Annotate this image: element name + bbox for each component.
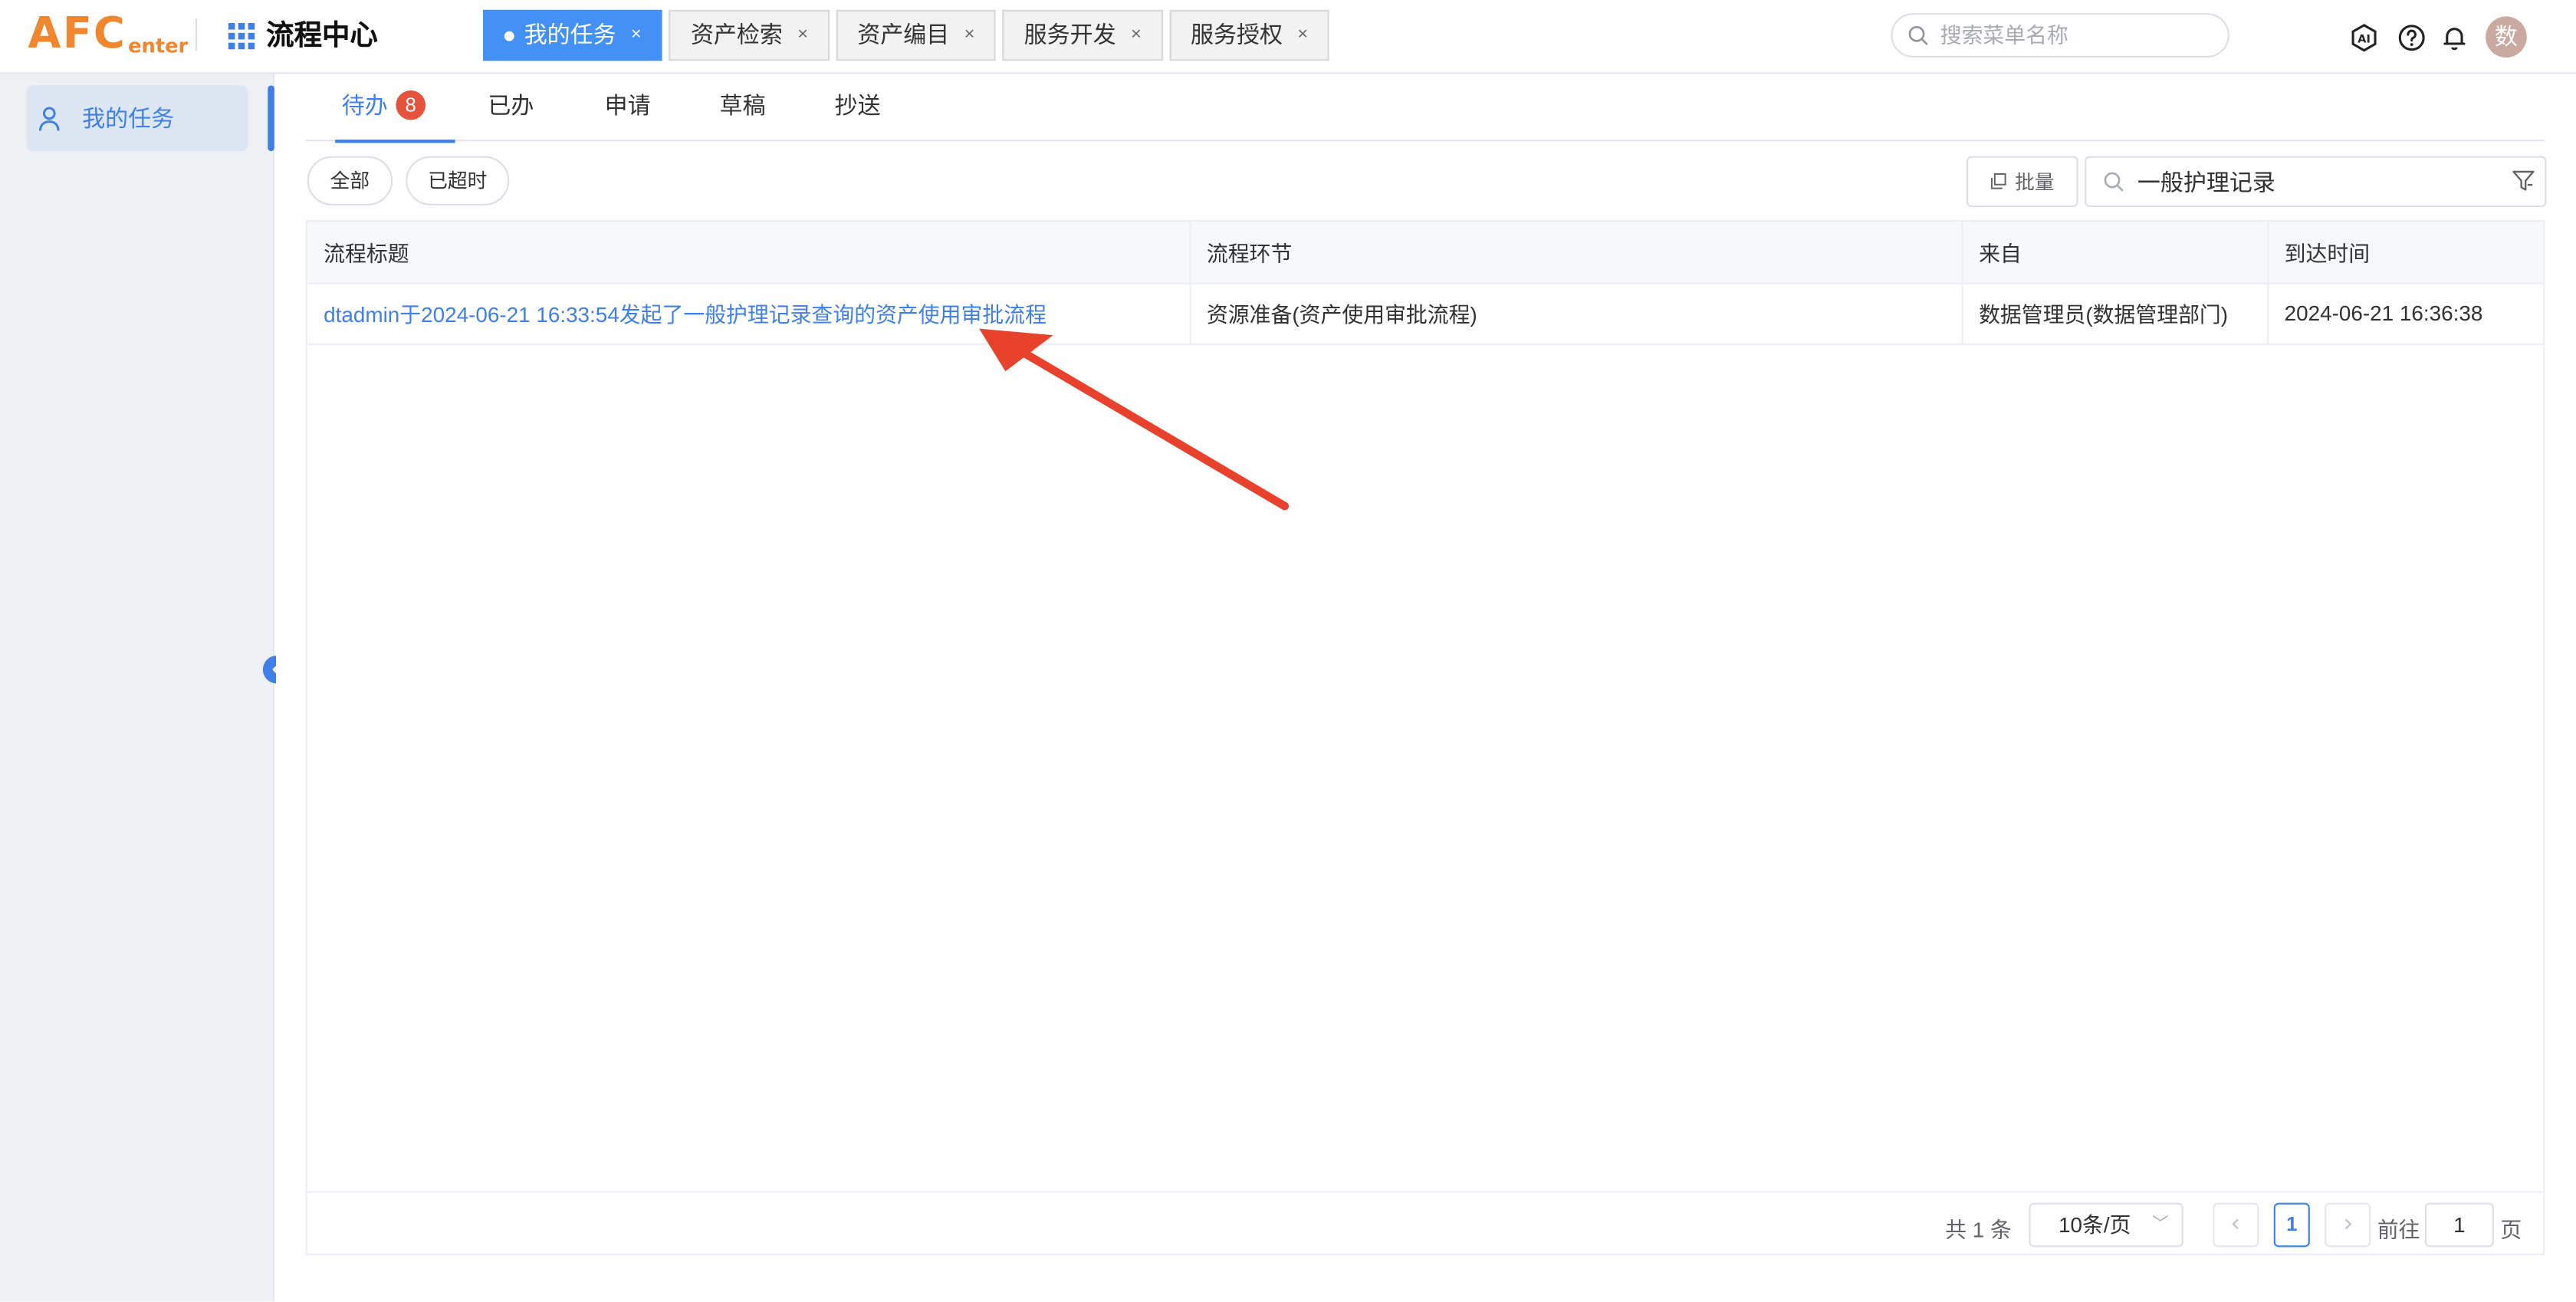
- filter-overtime-button[interactable]: 已超时: [406, 156, 510, 205]
- logo: AFC enter: [28, 10, 188, 59]
- tab-todo[interactable]: 待办 8: [335, 74, 455, 143]
- tab-drafts[interactable]: 草稿: [720, 74, 766, 141]
- menu-search-input[interactable]: [1940, 23, 2220, 48]
- row-step-cell: 资源准备(资产使用审批流程): [1189, 282, 1963, 344]
- task-search[interactable]: [2085, 156, 2547, 207]
- close-icon[interactable]: ×: [1297, 12, 1308, 59]
- tab-applied[interactable]: 申请: [605, 74, 651, 141]
- table-header-row: 流程标题 流程环节 来自 到达时间: [307, 222, 2544, 284]
- tab-label: 待办: [341, 92, 388, 119]
- close-icon[interactable]: ×: [631, 12, 642, 59]
- menu-search[interactable]: [1891, 13, 2229, 58]
- tab-label: 抄送: [834, 92, 881, 119]
- page-tab-label: 服务授权: [1191, 21, 1283, 48]
- help-icon[interactable]: [2397, 23, 2426, 53]
- sidebar-item-label: 我的任务: [82, 105, 175, 132]
- search-icon: [2104, 172, 2124, 192]
- row-title-cell: dtadmin于2024-06-21 16:33:54发起了一般护理记录查询的资…: [307, 282, 1191, 344]
- task-search-input[interactable]: [2137, 168, 2499, 195]
- filter-all-button[interactable]: 全部: [307, 156, 393, 205]
- sidebar-active-indicator: [268, 85, 274, 152]
- pagination: 共 1 条 10条/页 ﹀ 1 前往 1 页: [305, 1191, 2545, 1258]
- ai-assistant-icon[interactable]: AI: [2349, 23, 2379, 53]
- app-title: 流程中心: [266, 19, 378, 51]
- row-arrival-cell: 2024-06-21 16:36:38: [2267, 282, 2544, 344]
- batch-button[interactable]: 批量: [1967, 156, 2078, 207]
- page-tab-label: 资产编目: [857, 21, 950, 48]
- column-header-from: 来自: [1961, 222, 2269, 284]
- chevron-down-icon: ﹀: [2152, 1215, 2169, 1235]
- tab-label: 草稿: [719, 92, 766, 119]
- batch-label: 批量: [2015, 170, 2055, 194]
- table-row[interactable]: dtadmin于2024-06-21 16:33:54发起了一般护理记录查询的资…: [307, 282, 2544, 344]
- chevron-right-icon: [2344, 1218, 2352, 1230]
- active-dot-icon: [504, 30, 514, 41]
- process-title-link[interactable]: dtadmin于2024-06-21 16:33:54发起了一般护理记录查询的资…: [324, 302, 1046, 327]
- page-tab-asset-search[interactable]: 资产检索 ×: [669, 9, 830, 61]
- page-tab-label: 服务开发: [1024, 21, 1116, 48]
- filter-icon[interactable]: [2512, 169, 2535, 192]
- sidebar-item-my-tasks[interactable]: 我的任务: [26, 85, 248, 152]
- page-tab-service-auth[interactable]: 服务授权 ×: [1169, 9, 1329, 61]
- next-page-button[interactable]: [2325, 1202, 2371, 1248]
- goto-label: 前往: [2377, 1217, 2420, 1242]
- page-size-value: 10条/页: [2058, 1212, 2131, 1238]
- avatar[interactable]: 数: [2486, 16, 2527, 58]
- chevron-left-icon: [2232, 1218, 2239, 1230]
- column-header-title: 流程标题: [307, 222, 1191, 284]
- pagination-total: 共 1 条: [1945, 1217, 2012, 1242]
- page-tab-label: 资产检索: [690, 21, 783, 48]
- page-tab-label: 我的任务: [524, 21, 616, 48]
- tab-cc[interactable]: 抄送: [835, 74, 881, 141]
- close-icon[interactable]: ×: [964, 12, 975, 59]
- todo-count-badge: 8: [396, 90, 426, 120]
- page-tab-service-dev[interactable]: 服务开发 ×: [1002, 9, 1163, 61]
- page-tab-asset-catalog[interactable]: 资产编目 ×: [836, 9, 997, 61]
- task-tabs: 待办 8 已办 申请 草稿 抄送: [305, 74, 2545, 143]
- copy-icon: [1992, 173, 2007, 189]
- user-icon: [38, 107, 60, 131]
- column-header-arrival: 到达时间: [2267, 222, 2544, 284]
- page-size-select[interactable]: 10条/页 ﹀: [2029, 1202, 2183, 1248]
- app-grid-icon[interactable]: [228, 23, 255, 50]
- row-from-cell: 数据管理员(数据管理部门): [1961, 282, 2269, 344]
- svg-text:AI: AI: [2358, 34, 2371, 46]
- logo-text: AFC: [28, 9, 127, 60]
- sidebar: 我的任务: [0, 74, 291, 1302]
- close-icon[interactable]: ×: [1131, 12, 1142, 59]
- prev-page-button[interactable]: [2213, 1202, 2259, 1248]
- goto-unit-label: 页: [2500, 1217, 2522, 1242]
- goto-page-input[interactable]: 1: [2424, 1202, 2494, 1248]
- header-divider: [195, 18, 198, 51]
- close-icon[interactable]: ×: [797, 12, 808, 59]
- tab-label: 已办: [488, 92, 534, 119]
- page-button-current[interactable]: 1: [2273, 1202, 2310, 1248]
- main-content: 待办 8 已办 申请 草稿 抄送 全部 已超时 批量 一般护理记录 流程标题 流…: [276, 74, 2576, 1302]
- page-tabs: 我的任务 × 资产检索 × 资产编目 × 服务开发 × 服务授权 ×: [483, 9, 1336, 61]
- search-icon: [1908, 25, 1928, 45]
- bell-icon[interactable]: [2440, 23, 2469, 53]
- tab-done[interactable]: 已办: [488, 74, 534, 141]
- tab-label: 申请: [604, 92, 651, 119]
- task-table: 流程标题 流程环节 来自 到达时间 dtadmin于2024-06-21 16:…: [305, 220, 2545, 1256]
- column-header-step: 流程环节: [1189, 222, 1963, 284]
- page-tab-my-tasks[interactable]: 我的任务 ×: [483, 9, 663, 61]
- top-header: AFC enter 流程中心 我的任务 × 资产检索 × 资产编目 × 服务开发: [0, 0, 2576, 74]
- app-window: AFC enter 流程中心 我的任务 × 资产检索 × 资产编目 × 服务开发: [0, 0, 2576, 1302]
- logo-subtext: enter: [128, 35, 189, 58]
